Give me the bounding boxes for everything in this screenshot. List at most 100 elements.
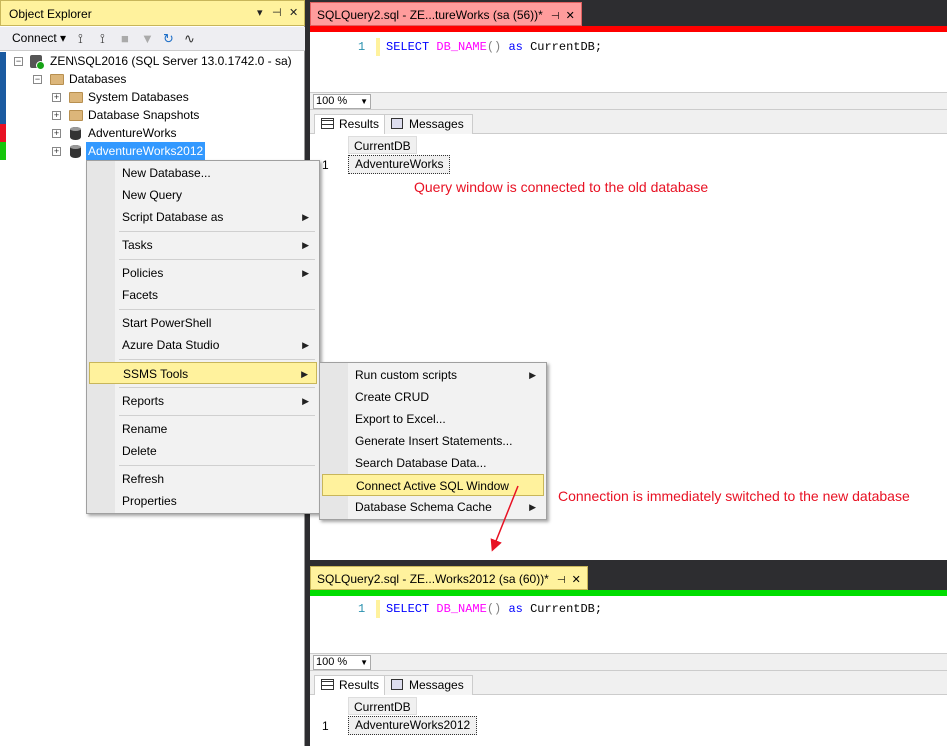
pin-icon[interactable]: ⊣ (272, 6, 282, 19)
menu-item-refresh[interactable]: Refresh (89, 468, 317, 490)
sql-function: DB_NAME (436, 40, 487, 54)
column-header[interactable]: CurrentDB (348, 136, 417, 154)
menu-item-label: Generate Insert Statements... (355, 434, 513, 448)
activity-monitor-icon[interactable]: ∿ (184, 31, 195, 47)
menu-item-start-powershell[interactable]: Start PowerShell (89, 312, 317, 334)
menu-item-label: SSMS Tools (123, 367, 189, 381)
tree-node-databases[interactable]: Databases (69, 70, 126, 88)
tab-messages[interactable]: Messages (384, 675, 473, 695)
query-tabbar-bottom: SQLQuery2.sql - ZE...Works2012 (sa (60))… (310, 564, 947, 590)
connect-button[interactable]: Connect ▾ (12, 31, 66, 45)
menu-item-run-custom-scripts[interactable]: Run custom scripts ▶ (322, 364, 544, 386)
menu-item-generate-insert-statements[interactable]: Generate Insert Statements... (322, 430, 544, 452)
menu-item-azure-data-studio[interactable]: Azure Data Studio ▶ (89, 334, 317, 356)
connect-plug-icon[interactable]: ⟟ (78, 31, 83, 47)
menu-item-search-database-data[interactable]: Search Database Data... (322, 452, 544, 474)
menu-item-label: Search Database Data... (355, 456, 487, 470)
expand-icon[interactable]: + (52, 111, 61, 120)
menu-item-rename[interactable]: Rename (89, 418, 317, 440)
expand-icon[interactable]: + (52, 93, 61, 102)
menu-item-delete[interactable]: Delete (89, 440, 317, 462)
menu-item-script-database-as[interactable]: Script Database as ▶ (89, 206, 317, 228)
expand-icon[interactable]: + (52, 147, 61, 156)
submenu-arrow-icon: ▶ (529, 502, 536, 512)
menu-item-label: Run custom scripts (355, 368, 458, 382)
stop-icon[interactable]: ■ (121, 31, 129, 46)
zoom-select[interactable]: 100 % ▼ (313, 655, 371, 670)
line-number: 1 (358, 602, 366, 616)
sql-parens: () (486, 40, 502, 54)
object-explorer-titlebar: Object Explorer ▾ ⊣ ✕ (0, 0, 305, 26)
disconnect-icon[interactable]: ⟟ (100, 31, 105, 47)
collapse-icon[interactable]: − (33, 75, 42, 84)
window-position-dropdown-icon[interactable]: ▾ (257, 6, 263, 19)
menu-item-label: Facets (122, 288, 159, 302)
tree-node-database-snapshots[interactable]: Database Snapshots (88, 106, 199, 124)
query-tab-bottom[interactable]: SQLQuery2.sql - ZE...Works2012 (sa (60))… (310, 566, 588, 590)
folder-icon (69, 92, 83, 103)
sql-editor-top[interactable]: 1 SELECT DB_NAME() as CurrentDB; (310, 32, 947, 92)
tab-results[interactable]: Results (314, 675, 389, 695)
tab-messages-label: Messages (409, 117, 464, 131)
pin-icon[interactable]: ⊣ (551, 11, 560, 22)
messages-icon (391, 679, 403, 690)
menu-item-label: Policies (122, 266, 164, 280)
menu-item-label: Rename (122, 422, 168, 436)
annotation-old-database: Query window is connected to the old dat… (414, 179, 709, 195)
menu-item-ssms-tools[interactable]: SSMS Tools ▶ (89, 362, 317, 384)
menu-item-create-crud[interactable]: Create CRUD (322, 386, 544, 408)
query-tab-top[interactable]: SQLQuery2.sql - ZE...tureWorks (sa (56))… (310, 2, 582, 26)
results-pane-bottom: Results Messages CurrentDB 1 AdventureWo… (310, 671, 947, 746)
tab-results-label: Results (339, 678, 380, 692)
tree-node-system-databases[interactable]: System Databases (88, 88, 189, 106)
menu-item-facets[interactable]: Facets (89, 284, 317, 306)
menu-item-new-query[interactable]: New Query (89, 184, 317, 206)
sql-keyword: SELECT (386, 602, 430, 616)
zoom-select[interactable]: 100 % ▼ (313, 94, 371, 109)
close-icon[interactable]: ✕ (572, 574, 581, 586)
result-cell[interactable]: AdventureWorks (348, 155, 451, 174)
menu-item-label: Azure Data Studio (122, 338, 220, 352)
result-cell[interactable]: AdventureWorks2012 (348, 716, 478, 735)
close-icon[interactable]: ✕ (566, 10, 575, 22)
connection-color-stripe (0, 52, 6, 130)
menu-item-connect-active-sql-window[interactable]: Connect Active SQL Window (322, 474, 544, 496)
sql-identifier: CurrentDB; (530, 40, 603, 54)
column-header[interactable]: CurrentDB (348, 697, 417, 715)
zoom-bar-top: 100 % ▼ (310, 92, 947, 110)
expand-icon[interactable]: + (52, 129, 61, 138)
collapse-icon[interactable]: − (14, 57, 23, 66)
close-icon[interactable]: ✕ (289, 6, 298, 19)
ssms-tools-submenu: Run custom scripts ▶ Create CRUD Export t… (319, 362, 547, 520)
query-tab-title: SQLQuery2.sql - ZE...Works2012 (sa (60))… (317, 572, 549, 586)
menu-separator (119, 309, 315, 310)
tree-node-adventureworks[interactable]: AdventureWorks (88, 124, 176, 142)
tab-messages[interactable]: Messages (384, 114, 473, 134)
menu-item-reports[interactable]: Reports ▶ (89, 390, 317, 412)
tree-node-adventureworks2012[interactable]: AdventureWorks2012 (86, 142, 206, 160)
row-number: 1 (322, 158, 329, 172)
menu-item-tasks[interactable]: Tasks ▶ (89, 234, 317, 256)
database-context-menu: New Database... New Query Script Databas… (86, 160, 320, 514)
menu-item-export-to-excel[interactable]: Export to Excel... (322, 408, 544, 430)
menu-item-properties[interactable]: Properties (89, 490, 317, 512)
menu-item-policies[interactable]: Policies ▶ (89, 262, 317, 284)
sql-editor-bottom[interactable]: 1 SELECT DB_NAME() as CurrentDB; (310, 596, 947, 653)
pin-icon[interactable]: ⊣ (557, 575, 566, 586)
connection-color-stripe-green (0, 142, 6, 160)
tree-node-server[interactable]: ZEN\SQL2016 (SQL Server 13.0.1742.0 - sa… (50, 52, 292, 70)
tab-results[interactable]: Results (314, 114, 389, 134)
menu-separator (119, 259, 315, 260)
changed-line-marker (376, 38, 380, 56)
menu-item-new-database[interactable]: New Database... (89, 162, 317, 184)
refresh-icon[interactable]: ↻ (163, 31, 174, 47)
submenu-arrow-icon: ▶ (529, 370, 536, 380)
connect-label: Connect (12, 31, 57, 45)
filter-icon[interactable]: ▼ (141, 31, 154, 46)
menu-item-label: Export to Excel... (355, 412, 446, 426)
menu-item-label: Reports (122, 394, 165, 408)
menu-item-label: Connect Active SQL Window (356, 479, 509, 493)
annotation-new-database: Connection is immediately switched to th… (558, 488, 910, 504)
object-explorer-title: Object Explorer (9, 7, 92, 21)
menu-item-database-schema-cache[interactable]: Database Schema Cache ▶ (322, 496, 544, 518)
